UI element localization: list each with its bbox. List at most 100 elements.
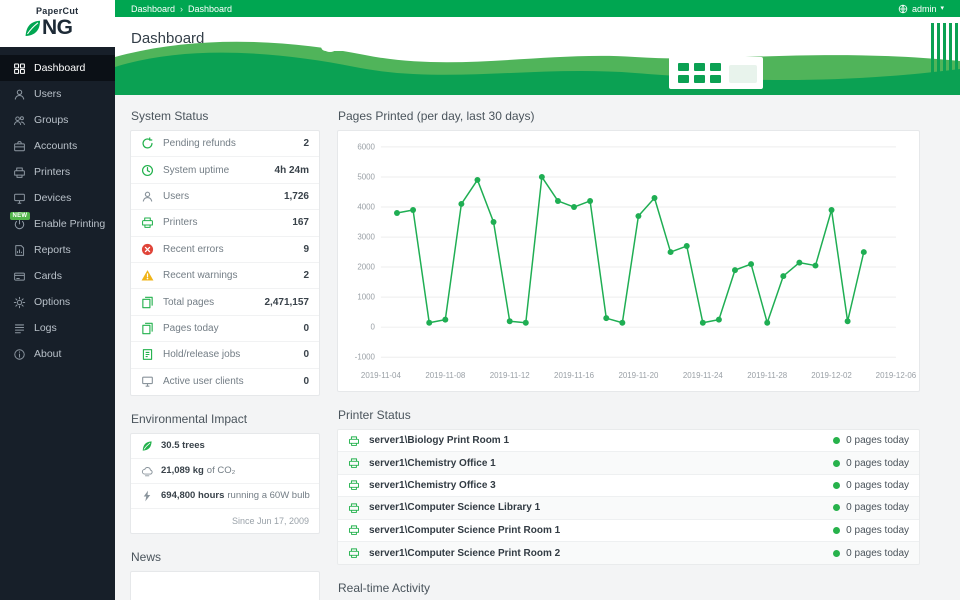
- printer-name[interactable]: server1\Chemistry Office 3: [369, 480, 833, 491]
- status-label: Pending refunds: [163, 138, 303, 149]
- printer-icon: [348, 435, 360, 447]
- sidebar-item-printers[interactable]: Printers: [0, 159, 115, 185]
- status-row-users: Users1,726: [131, 184, 319, 210]
- svg-text:0: 0: [371, 323, 376, 332]
- printer-row: server1\Chemistry Office 10 pages today: [338, 452, 919, 474]
- page-title: Dashboard: [131, 30, 204, 47]
- papercut-logo[interactable]: PaperCut NG: [0, 0, 115, 47]
- status-row-recent-warnings: Recent warnings2: [131, 263, 319, 289]
- dashboard-icon: [13, 62, 26, 75]
- sidebar-item-about[interactable]: About: [0, 341, 115, 367]
- leaf-icon: [22, 18, 43, 39]
- status-label: Recent errors: [163, 244, 303, 255]
- status-row-total-pages: Total pages2,471,157: [131, 289, 319, 315]
- printer-row: server1\Chemistry Office 3 0 pages today: [338, 475, 919, 497]
- leaf-icon: [141, 440, 153, 452]
- environmental-row: 694,800 hoursrunning a 60W bulb: [131, 484, 319, 509]
- pages-printed-title: Pages Printed (per day, last 30 days): [338, 109, 920, 123]
- sidebar-item-cards[interactable]: Cards: [0, 263, 115, 289]
- breadcrumb-separator-icon: ›: [180, 4, 183, 14]
- printer-pages-today: 0 pages today: [846, 480, 909, 491]
- svg-text:-1000: -1000: [355, 353, 376, 362]
- accounts-icon: [13, 140, 26, 153]
- sidebar: PaperCut NG Dashboard Users GroupsAccounts…: [0, 0, 115, 600]
- status-label: Printers: [163, 217, 292, 228]
- sidebar-item-logs[interactable]: Logs: [0, 315, 115, 341]
- user-menu[interactable]: admin ▾: [898, 4, 944, 14]
- svg-text:4000: 4000: [357, 202, 375, 211]
- users-icon: [13, 88, 26, 101]
- sidebar-item-devices[interactable]: Devices: [0, 185, 115, 211]
- svg-text:6000: 6000: [357, 142, 375, 151]
- status-row-recent-errors: Recent errors9: [131, 237, 319, 263]
- sidebar-item-reports[interactable]: Reports: [0, 237, 115, 263]
- topbar: Dashboard › Dashboard admin ▾: [115, 0, 960, 17]
- printers-icon: [13, 166, 26, 179]
- sidebar-item-label: About: [34, 348, 61, 360]
- recent-warnings-icon: [141, 269, 154, 282]
- system-uptime-icon: [141, 164, 154, 177]
- svg-text:2019-11-04: 2019-11-04: [361, 371, 402, 380]
- sidebar-item-label: Enable Printing: [34, 218, 105, 230]
- status-row-system-uptime: System uptime4h 24m: [131, 157, 319, 183]
- sidebar-item-label: Options: [34, 296, 70, 308]
- groups-icon: [13, 114, 26, 127]
- svg-text:2019-11-20: 2019-11-20: [618, 371, 659, 380]
- new-badge: NEW: [10, 212, 30, 220]
- about-icon: [13, 348, 26, 361]
- printer-pages-today: 0 pages today: [846, 548, 909, 559]
- printer-icon: [348, 547, 360, 559]
- printer-name[interactable]: server1\Computer Science Print Room 2: [369, 548, 833, 559]
- environmental-value: 21,089 kg: [161, 465, 204, 476]
- banner-illustration: [115, 17, 960, 95]
- status-label: Total pages: [163, 297, 265, 308]
- sidebar-item-enable-printing[interactable]: Enable Printing NEW: [0, 211, 115, 237]
- sidebar-item-accounts[interactable]: Accounts: [0, 133, 115, 159]
- printer-status-title: Printer Status: [338, 408, 920, 422]
- sidebar-item-users[interactable]: Users: [0, 81, 115, 107]
- reports-icon: [13, 244, 26, 257]
- printer-name[interactable]: server1\Biology Print Room 1: [369, 435, 833, 446]
- svg-text:5000: 5000: [357, 172, 375, 181]
- news-card: [130, 571, 320, 600]
- sidebar-item-label: Reports: [34, 244, 71, 256]
- main-area: Dashboard › Dashboard admin ▾: [115, 0, 960, 600]
- status-value: 2,471,157: [265, 297, 310, 308]
- status-label: Pages today: [163, 323, 303, 334]
- logo-ng-text: NG: [42, 16, 73, 40]
- status-row-active-user-clients: Active user clients0: [131, 369, 319, 395]
- sidebar-item-dashboard[interactable]: Dashboard: [0, 55, 115, 81]
- svg-text:2000: 2000: [357, 263, 375, 272]
- environmental-value: 30.5 trees: [161, 440, 205, 451]
- factory-illustration: [669, 25, 763, 89]
- printer-icon: [348, 479, 360, 491]
- sidebar-item-groups[interactable]: Groups: [0, 107, 115, 133]
- users-icon: [141, 190, 154, 203]
- sidebar-item-label: Users: [34, 88, 61, 100]
- status-value: 2: [303, 138, 309, 149]
- sidebar-item-label: Printers: [34, 166, 70, 178]
- svg-text:2019-11-12: 2019-11-12: [490, 371, 530, 380]
- pages-today-icon: [141, 322, 154, 335]
- environmental-row: 30.5 trees: [131, 434, 319, 459]
- sidebar-item-options[interactable]: Options: [0, 289, 115, 315]
- breadcrumb-item-root[interactable]: Dashboard: [131, 4, 175, 14]
- devices-icon: [13, 192, 26, 205]
- cards-icon: [13, 270, 26, 283]
- printer-row: server1\Computer Science Print Room 10 p…: [338, 520, 919, 542]
- svg-text:2019-11-28: 2019-11-28: [747, 371, 788, 380]
- printer-name[interactable]: server1\Chemistry Office 1: [369, 458, 833, 469]
- sidebar-item-label: Cards: [34, 270, 62, 282]
- sidebar-item-label: Devices: [34, 192, 71, 204]
- printer-pages-today: 0 pages today: [846, 435, 909, 446]
- environmental-impact-title: Environmental Impact: [131, 412, 320, 426]
- status-label: Recent warnings: [163, 270, 303, 281]
- environmental-unit: of CO₂: [207, 465, 236, 476]
- breadcrumb-item-current[interactable]: Dashboard: [188, 4, 232, 14]
- left-column: System Status Pending refunds2System upt…: [130, 109, 320, 600]
- printer-name[interactable]: server1\Computer Science Print Room 1: [369, 525, 833, 536]
- total-pages-icon: [141, 296, 154, 309]
- printer-name[interactable]: server1\Computer Science Library 1: [369, 502, 833, 513]
- sidebar-nav: Dashboard Users GroupsAccounts Printers Devi…: [0, 55, 115, 367]
- environmental-value: 694,800 hours: [161, 490, 224, 501]
